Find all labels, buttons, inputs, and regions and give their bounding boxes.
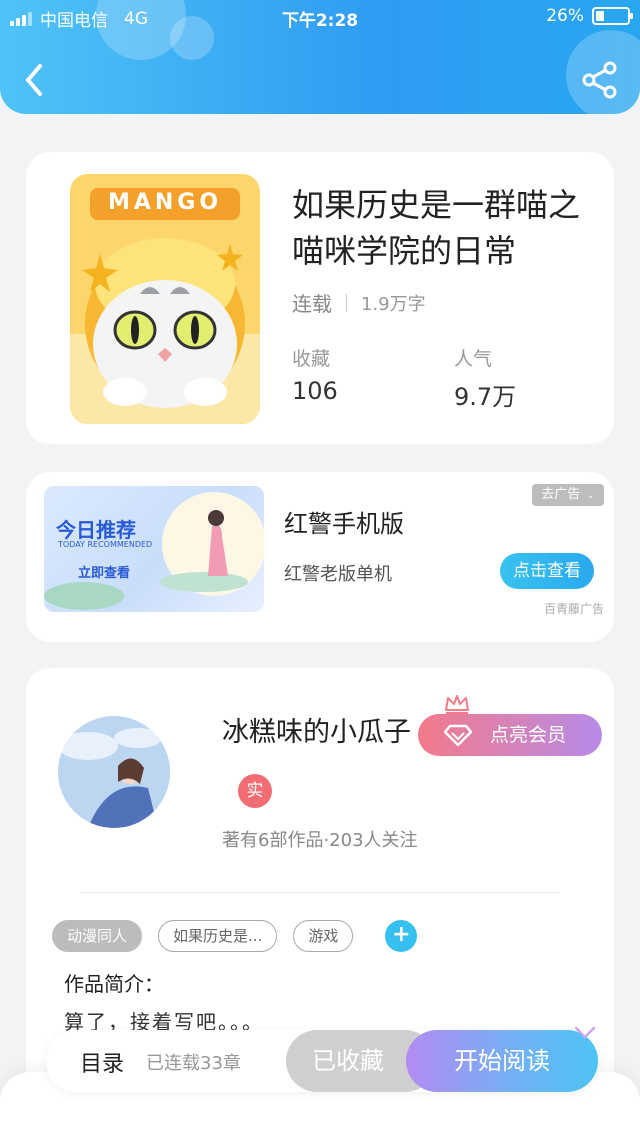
stat-favorites: 收藏 106 (292, 344, 338, 405)
chevron-left-icon (26, 64, 42, 96)
ad-card[interactable]: 今日推荐 TODAY RECOMMENDED 立即查看 红警手机版 红警老版单机… (26, 472, 614, 642)
chevron-down-icon: ⌄ (586, 490, 595, 501)
stat-label: 收藏 (292, 348, 331, 370)
author-name[interactable]: 冰糕味的小瓜子 (222, 710, 411, 749)
book-title: 如果历史是一群喵之喵咪学院的日常 (292, 186, 581, 270)
stat-value: 9.7万 (454, 383, 517, 411)
ad-title: 红警手机版 (284, 510, 404, 538)
add-tag-button[interactable]: + (385, 920, 418, 952)
tag-list: 动漫同人 如果历史是... 游戏 + (52, 920, 418, 952)
serial-status: 连载 (292, 292, 332, 316)
status-bar: 中国电信 4G 下午2:28 26% (0, 0, 640, 34)
vip-button[interactable]: 点亮会员 (418, 714, 602, 756)
ad-cta-button[interactable]: 点击查看 (500, 553, 594, 589)
start-reading-button[interactable]: 开始阅读 (406, 1030, 598, 1092)
plus-icon: + (392, 922, 411, 947)
book-status-line: 连载 1.9万字 (292, 288, 426, 317)
serial-chapter-count: 已连载33章 (146, 1053, 241, 1074)
tag-chip[interactable]: 游戏 (293, 920, 354, 952)
avatar-illustration (58, 716, 170, 828)
chevron-down-icon[interactable] (574, 1026, 596, 1040)
tag-chip[interactable]: 如果历史是... (158, 920, 278, 952)
ad-image-subtitle: TODAY RECOMMENDED (58, 540, 153, 549)
vip-label: 点亮会员 (490, 724, 567, 746)
battery-fill (596, 11, 604, 21)
clock: 下午2:28 (281, 11, 359, 31)
ad-source-label: 百青藤广告 (543, 602, 604, 616)
share-icon (582, 61, 617, 99)
cover-logo-text: MANGO (107, 190, 223, 215)
battery-icon (592, 7, 633, 25)
back-button[interactable] (18, 60, 54, 100)
remove-ad-label: 去广告 (541, 487, 581, 502)
intro-label: 作品简介： (64, 972, 164, 996)
ad-image[interactable]: 今日推荐 TODAY RECOMMENDED 立即查看 (44, 486, 264, 612)
section-divider (80, 892, 560, 893)
book-info-card: MANGO 如果历史是一群喵之喵咪学院的日常 连载 1.9万字 收藏 106 人… (26, 152, 614, 444)
author-avatar[interactable] (58, 716, 170, 828)
diamond-icon (444, 724, 472, 746)
author-meta: 著有6部作品·203人关注 (222, 830, 418, 851)
header: 中国电信 4G 下午2:28 26% (0, 0, 640, 114)
verified-badge: 实 (238, 774, 272, 808)
ad-subtitle: 红警老版单机 (284, 564, 392, 585)
toc-button[interactable]: 目录 (80, 1046, 124, 1078)
divider (346, 293, 347, 312)
book-cover[interactable]: MANGO (70, 174, 260, 424)
stat-popularity: 人气 9.7万 (454, 344, 516, 412)
stat-value: 106 (292, 377, 338, 405)
tag-chip[interactable]: 动漫同人 (52, 920, 143, 952)
word-count: 1.9万字 (361, 293, 426, 315)
battery-percent: 26% (546, 6, 584, 26)
ad-image-title: 今日推荐 (56, 518, 136, 542)
ad-illustration (44, 492, 264, 610)
share-button[interactable] (580, 60, 620, 100)
crown-icon (445, 695, 469, 714)
remove-ad-button[interactable]: 去广告 ⌄ (532, 484, 604, 506)
stat-label: 人气 (454, 348, 493, 370)
ad-image-button: 立即查看 (78, 566, 131, 581)
